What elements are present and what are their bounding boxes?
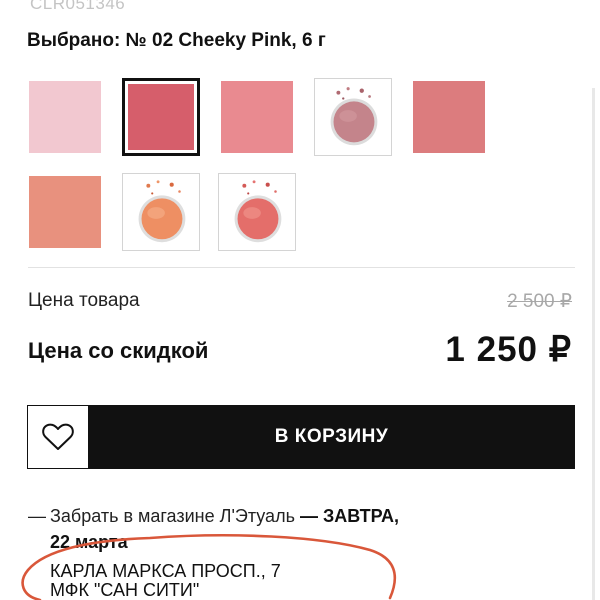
shade-swatch-3[interactable] (218, 78, 296, 156)
selected-shade-prefix: Выбрано: (27, 30, 121, 51)
shade-swatch-2-selected[interactable] (122, 78, 200, 156)
blush-compact-image (138, 180, 186, 243)
wishlist-button[interactable] (27, 405, 89, 469)
price-old: 2 500 ₽ (507, 291, 572, 312)
shade-swatch-8-product[interactable] (218, 173, 296, 251)
add-to-cart-button[interactable]: В КОРЗИНУ (88, 405, 575, 469)
shade-swatch-4-product[interactable] (314, 78, 392, 156)
shade-swatch-color (29, 176, 101, 248)
shade-swatch-5[interactable] (410, 78, 488, 156)
price-discounted: 1 250 ₽ (445, 330, 572, 369)
shade-swatch-6[interactable] (26, 173, 104, 251)
blush-compact-image (234, 180, 282, 243)
shade-swatch-color (221, 81, 293, 153)
selected-shade: Выбрано: № 02 Cheeky Pink, 6 г (27, 30, 326, 52)
shade-swatch-color (29, 81, 101, 153)
divider (28, 267, 575, 268)
shade-swatch-color (128, 84, 194, 150)
shade-swatch-1[interactable] (26, 78, 104, 156)
shade-swatch-7-product[interactable] (122, 173, 200, 251)
price-label: Цена товара (28, 290, 140, 311)
blush-compact-image (330, 87, 378, 146)
hand-drawn-circle-annotation (21, 534, 397, 600)
selected-shade-value: № 02 Cheeky Pink, 6 г (125, 30, 326, 51)
product-sku: CLR051346 (30, 0, 126, 13)
discount-price-label: Цена со скидкой (28, 338, 209, 363)
heart-outline-icon (42, 423, 74, 450)
shade-swatch-color (413, 81, 485, 153)
